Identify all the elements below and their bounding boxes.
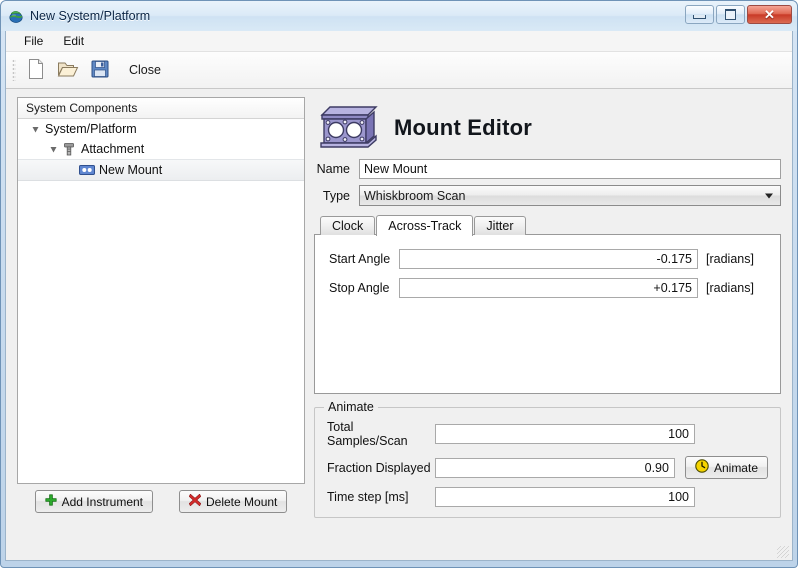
maximize-button[interactable] [716, 5, 745, 24]
mount-editor-panel: Mount Editor Name Type Whiskbroom Scan C… [314, 97, 781, 548]
page-title: Mount Editor [394, 115, 532, 141]
tab-jitter[interactable]: Jitter [474, 216, 525, 235]
tree-item-label: System/Platform [42, 122, 137, 136]
animate-button-label: Animate [714, 461, 758, 475]
animate-button[interactable]: Animate [685, 456, 768, 479]
fraction-displayed-row: Fraction Displayed Animate [327, 456, 768, 479]
fraction-displayed-input[interactable] [435, 458, 675, 478]
title-bar: New System/Platform ✕ [1, 1, 797, 31]
start-angle-label: Start Angle [329, 252, 399, 266]
open-folder-icon [57, 59, 79, 82]
maximize-icon [725, 9, 736, 20]
type-dropdown[interactable]: Whiskbroom Scan [359, 185, 781, 206]
name-input[interactable] [359, 159, 781, 179]
bolt-icon [60, 142, 78, 157]
toolbar-close-button[interactable]: Close [122, 59, 168, 81]
type-field-row: Type Whiskbroom Scan [314, 185, 781, 206]
tree-item-attachment[interactable]: Attachment [18, 139, 304, 159]
cross-icon [189, 494, 201, 509]
window-controls: ✕ [685, 5, 792, 24]
window-title: New System/Platform [30, 9, 150, 23]
total-samples-label: Total Samples/Scan [327, 420, 435, 448]
editor-header: Mount Editor [314, 97, 781, 159]
stop-angle-unit: [radians] [698, 281, 766, 295]
tree-item-system-platform[interactable]: System/Platform [18, 119, 304, 139]
across-track-panel: Start Angle [radians] Stop Angle [radian… [314, 234, 781, 394]
tree-item-new-mount[interactable]: New Mount [18, 159, 304, 181]
close-icon: ✕ [764, 8, 775, 21]
plus-icon [45, 494, 57, 509]
type-dropdown-value: Whiskbroom Scan [364, 189, 465, 203]
expand-arrow-icon[interactable] [46, 145, 60, 154]
start-angle-input[interactable] [399, 249, 698, 269]
new-file-icon [26, 58, 46, 83]
stop-angle-row: Stop Angle [radians] [329, 278, 766, 298]
mount-icon [78, 164, 96, 176]
close-button[interactable]: ✕ [747, 5, 792, 24]
system-components-panel: System Components System/Platform [17, 97, 305, 484]
name-field-row: Name [314, 159, 781, 179]
save-button[interactable] [84, 54, 116, 86]
toolbar: Close [6, 52, 792, 89]
left-panel: System Components System/Platform [17, 97, 305, 516]
type-label: Type [314, 189, 359, 203]
minimize-icon [693, 15, 706, 19]
total-samples-row: Total Samples/Scan [327, 420, 768, 448]
start-angle-unit: [radians] [698, 252, 766, 266]
tree-item-label: Attachment [78, 142, 144, 156]
save-disk-icon [90, 59, 110, 82]
client-area: File Edit [5, 31, 793, 561]
body-area: System Components System/Platform [6, 88, 792, 560]
add-instrument-button[interactable]: Add Instrument [35, 490, 153, 513]
menu-bar: File Edit [6, 31, 792, 52]
add-instrument-label: Add Instrument [62, 495, 143, 509]
minimize-button[interactable] [685, 5, 714, 24]
delete-mount-button[interactable]: Delete Mount [179, 490, 287, 513]
stop-angle-label: Stop Angle [329, 281, 399, 295]
fraction-displayed-label: Fraction Displayed [327, 461, 435, 475]
tree-action-bar: Add Instrument Delete Mount [17, 490, 305, 516]
chevron-down-icon [765, 193, 773, 198]
resize-grip[interactable] [777, 546, 789, 558]
toolbar-grip[interactable] [12, 59, 16, 81]
tab-clock[interactable]: Clock [320, 216, 375, 235]
tab-across-track[interactable]: Across-Track [376, 215, 473, 236]
globe-icon [8, 8, 24, 24]
time-step-label: Time step [ms] [327, 490, 435, 504]
animate-legend: Animate [324, 400, 378, 414]
mount-editor-icon [318, 101, 380, 156]
animate-group: Animate Total Samples/Scan Fraction Disp… [314, 407, 781, 518]
time-step-row: Time step [ms] [327, 487, 768, 507]
total-samples-input[interactable] [435, 424, 695, 444]
clock-icon [695, 459, 709, 476]
new-file-button[interactable] [20, 54, 52, 86]
expand-arrow-icon[interactable] [28, 125, 42, 134]
stop-angle-input[interactable] [399, 278, 698, 298]
name-label: Name [314, 162, 359, 176]
application-window: New System/Platform ✕ File Edit [0, 0, 798, 568]
start-angle-row: Start Angle [radians] [329, 249, 766, 269]
menu-item-edit[interactable]: Edit [53, 32, 94, 50]
tree-item-label: New Mount [96, 163, 162, 177]
delete-mount-label: Delete Mount [206, 495, 277, 509]
time-step-input[interactable] [435, 487, 695, 507]
open-folder-button[interactable] [52, 54, 84, 86]
system-components-header: System Components [18, 98, 304, 119]
menu-item-file[interactable]: File [14, 32, 53, 50]
tab-strip: Clock Across-Track Jitter [314, 214, 781, 235]
